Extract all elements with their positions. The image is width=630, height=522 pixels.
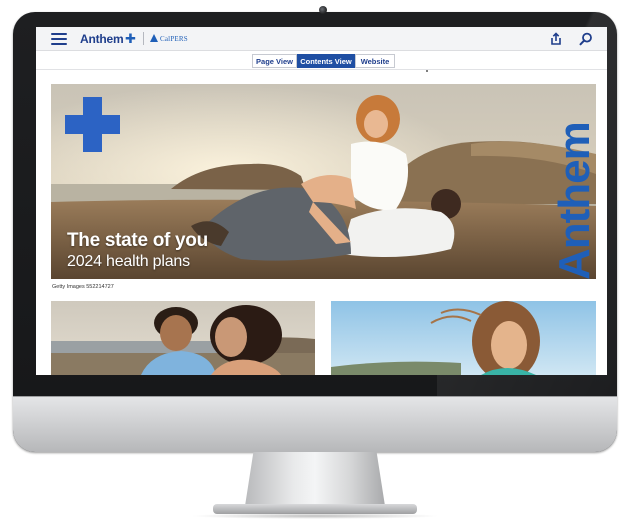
calpers-logo-icon [150,34,158,42]
webcam [319,6,327,14]
share-icon[interactable] [549,32,563,46]
family-photo [51,301,315,375]
app-header: Anthem ✚ CalPERS [36,27,607,51]
browser-screen: Anthem ✚ CalPERS Page View Contents View… [36,27,607,375]
monitor-stand [245,452,385,506]
view-tabs: Page View Contents View Website [36,51,607,72]
cursor-dot [426,70,428,72]
hero-banner[interactable]: The state of you 2024 health plans Anthe… [51,84,596,279]
stand-shadow [190,513,440,519]
tab-website[interactable]: Website [355,54,395,68]
hero-subtitle: 2024 health plans [67,253,190,270]
blue-cross-logo-icon [65,97,120,152]
monitor-chin [13,396,617,452]
hero-title: The state of you [67,230,208,251]
header-divider [143,32,144,45]
photo-credit: Getty Images 552214727 [52,284,114,290]
article-card-woman[interactable] [331,301,596,375]
tab-contents-view[interactable]: Contents View [297,54,355,68]
blue-cross-shield-icon: ✚ [125,31,136,46]
vertical-brand-wordmark: Anthem [550,122,596,279]
brand-name[interactable]: Anthem [80,32,124,46]
search-icon[interactable] [579,32,593,46]
woman-photo [331,301,596,375]
article-card-family[interactable] [51,301,315,375]
partner-name: CalPERS [160,35,188,43]
hamburger-menu-icon[interactable] [51,33,67,45]
tab-page-view[interactable]: Page View [252,54,297,68]
